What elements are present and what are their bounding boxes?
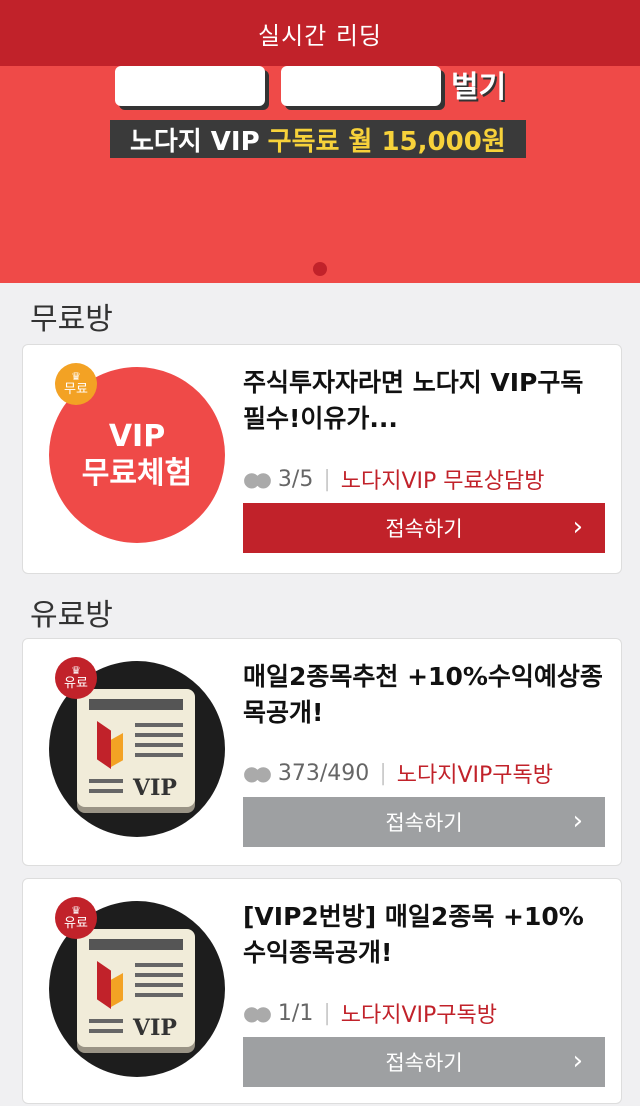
- banner-subtitle: 노다지 VIP 구독료 월 15,000원: [110, 120, 526, 158]
- thumbnail-line-2: 무료체험: [81, 456, 193, 491]
- section-title-free: 무료방: [30, 302, 113, 337]
- people-icon: ●●: [243, 1001, 272, 1025]
- banner-subtitle-highlight: 구독료 월 15,000원: [267, 126, 506, 157]
- room-title: 매일2종목추천 +10%수익예상종목공개!: [243, 662, 603, 728]
- room-meta: ●● 373/490 | 노다지VIP구독방: [243, 755, 553, 791]
- room-card-free: ♛ 무료 VIP 무료체험 주식투자자라면 노다지 VIP구독필수!이유가...…: [22, 344, 622, 574]
- join-button[interactable]: 접속하기 ›: [243, 797, 605, 847]
- banner-headline-number-shape: [281, 66, 441, 106]
- room-name: 노다지VIP 무료상담방: [340, 469, 545, 494]
- thumbnail-vip-label: VIP: [133, 775, 177, 801]
- paid-badge: ♛ 유료: [55, 897, 97, 939]
- chevron-right-icon: ›: [572, 806, 583, 836]
- join-button-label: 접속하기: [385, 811, 463, 835]
- badge-label: 유료: [64, 675, 88, 691]
- people-icon: ●●: [243, 761, 272, 785]
- banner-subtitle-prefix: 노다지 VIP: [130, 126, 260, 157]
- join-button-label: 접속하기: [385, 1051, 463, 1075]
- section-title-paid: 유료방: [30, 598, 113, 633]
- badge-label: 유료: [64, 915, 88, 931]
- member-count: 1/1: [277, 1000, 314, 1026]
- vip-document-icon: VIP: [77, 689, 195, 807]
- thumbnail-line-1: VIP: [108, 418, 166, 454]
- app-header: 실시간 리딩: [0, 0, 640, 66]
- meta-divider: |: [323, 1000, 331, 1026]
- thumbnail-vip-label: VIP: [133, 1015, 177, 1041]
- member-count: 3/5: [277, 466, 314, 492]
- room-name: 노다지VIP구독방: [340, 1003, 497, 1028]
- room-name: 노다지VIP구독방: [396, 763, 553, 788]
- banner-headline-text-shape: [115, 66, 265, 106]
- paid-badge: ♛ 유료: [55, 657, 97, 699]
- room-title: 주식투자자라면 노다지 VIP구독필수!이유가...: [243, 368, 584, 434]
- meta-divider: |: [323, 466, 331, 492]
- join-button[interactable]: 접속하기 ›: [243, 503, 605, 553]
- page-title: 실시간 리딩: [257, 21, 383, 50]
- room-meta: ●● 3/5 | 노다지VIP 무료상담방: [243, 461, 544, 497]
- room-meta: ●● 1/1 | 노다지VIP구독방: [243, 995, 497, 1031]
- meta-divider: |: [379, 760, 387, 786]
- banner-headline-suffix: 벌기: [451, 70, 507, 105]
- chevron-right-icon: ›: [572, 512, 583, 542]
- vip-document-icon: VIP: [77, 929, 195, 1047]
- room-card-paid-1: ♛ 유료 VIP 매일2종목추천 +10%수익예상종목공개! ●● 373/49…: [22, 638, 622, 866]
- room-card-paid-2: ♛ 유료 VIP [VIP2번방] 매일2종목 +10% 수익종목공개! ●● …: [22, 878, 622, 1104]
- member-count: 373/490: [277, 760, 370, 786]
- join-button[interactable]: 접속하기 ›: [243, 1037, 605, 1087]
- people-icon: ●●: [243, 467, 272, 491]
- badge-label: 무료: [64, 381, 88, 397]
- free-badge: ♛ 무료: [55, 363, 97, 405]
- chevron-right-icon: ›: [572, 1046, 583, 1076]
- room-title: [VIP2번방] 매일2종목 +10% 수익종목공개!: [243, 902, 584, 968]
- carousel-indicator[interactable]: [313, 262, 327, 276]
- join-button-label: 접속하기: [385, 517, 463, 541]
